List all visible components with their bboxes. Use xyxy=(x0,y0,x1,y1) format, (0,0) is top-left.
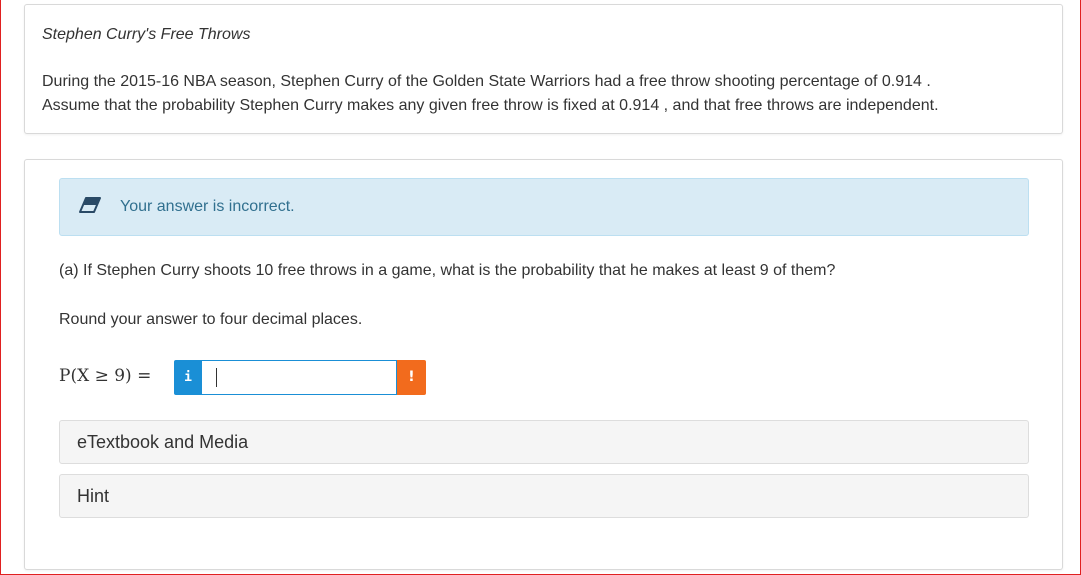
problem-intro-card: Stephen Curry's Free Throws During the 2… xyxy=(24,4,1063,134)
answer-math-label: P(X ≥ 9) = xyxy=(59,366,152,386)
feedback-message: Your answer is incorrect. xyxy=(120,198,295,215)
etextbook-media-accordion[interactable]: eTextbook and Media xyxy=(59,420,1029,464)
warning-button[interactable]: ! xyxy=(397,360,426,395)
question-card: Your answer is incorrect. (a) If Stephen… xyxy=(24,159,1063,570)
rounding-instruction: Round your answer to four decimal places… xyxy=(59,311,363,328)
problem-description-line-1: During the 2015-16 NBA season, Stephen C… xyxy=(42,73,931,90)
feedback-alert: Your answer is incorrect. xyxy=(59,178,1029,236)
problem-description: During the 2015-16 NBA season, Stephen C… xyxy=(42,70,1042,118)
question-part-a: (a) If Stephen Curry shoots 10 free thro… xyxy=(59,262,836,279)
info-button[interactable]: i xyxy=(174,360,202,395)
answer-input[interactable] xyxy=(202,360,397,395)
problem-title: Stephen Curry's Free Throws xyxy=(42,26,251,43)
text-cursor xyxy=(216,368,217,387)
problem-description-line-2: Assume that the probability Stephen Curr… xyxy=(42,97,939,114)
hint-accordion[interactable]: Hint xyxy=(59,474,1029,518)
eraser-icon xyxy=(78,197,102,213)
